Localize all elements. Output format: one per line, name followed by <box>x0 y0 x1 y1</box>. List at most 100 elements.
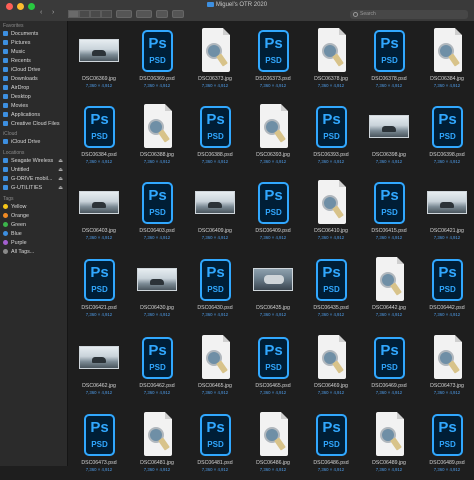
file-item[interactable]: Ps PSD DSC06369.psd 7,360 × 4,912 <box>128 23 186 96</box>
file-item[interactable]: Ps PSD DSC06442.psd 7,360 × 4,912 <box>418 252 474 325</box>
file-item[interactable]: DSC06489.jpg 7,360 × 4,912 <box>360 407 418 480</box>
psd-badge-top: Ps <box>264 342 283 359</box>
file-item[interactable]: DSC06403.jpg 7,360 × 4,912 <box>70 175 128 248</box>
sidebar-item-3[interactable]: G-UTILITIES ⏏ <box>3 184 65 193</box>
file-item[interactable]: DSC06373.jpg 7,360 × 4,912 <box>186 23 244 96</box>
file-item[interactable]: DSC06481.jpg 7,360 × 4,912 <box>128 407 186 480</box>
sidebar-tag-1[interactable]: Orange <box>3 212 65 221</box>
file-item[interactable]: Ps PSD DSC06421.psd 7,360 × 4,912 <box>70 252 128 325</box>
eject-icon[interactable]: ⏏ <box>58 166 63 175</box>
file-item[interactable]: DSC06473.jpg 7,360 × 4,912 <box>418 330 474 403</box>
sidebar-item-5[interactable]: Downloads <box>3 75 65 84</box>
share-button[interactable] <box>156 10 168 18</box>
file-item[interactable]: DSC06369.jpg 7,360 × 4,912 <box>70 23 128 96</box>
search-input[interactable]: Search <box>350 10 468 19</box>
sidebar-item-0[interactable]: Seagate Wireless ⏏ <box>3 157 65 166</box>
file-item[interactable]: DSC06421.jpg 7,360 × 4,912 <box>418 175 474 248</box>
file-item[interactable]: Ps PSD DSC06388.psd 7,360 × 4,912 <box>186 99 244 172</box>
sidebar-item-label: Orange <box>11 213 29 219</box>
list-view-button[interactable] <box>79 10 90 18</box>
sidebar-tag-5[interactable]: All Tags... <box>3 248 65 257</box>
tags-button[interactable] <box>172 10 184 18</box>
file-item[interactable]: Ps PSD DSC06462.psd 7,360 × 4,912 <box>128 330 186 403</box>
sidebar-item-0[interactable]: iCloud Drive <box>3 138 65 147</box>
magnifier-handle-icon <box>332 360 344 374</box>
file-item[interactable]: Ps PSD DSC06393.psd 7,360 × 4,912 <box>302 99 360 172</box>
page-fold <box>397 412 404 419</box>
file-dimensions: 7,360 × 4,912 <box>317 390 345 395</box>
file-item[interactable]: Ps PSD DSC06489.psd 7,360 × 4,912 <box>418 407 474 480</box>
file-item[interactable]: Ps PSD DSC06469.psd 7,360 × 4,912 <box>360 330 418 403</box>
sidebar-tag-0[interactable]: Yellow <box>3 203 65 212</box>
action-gear-button[interactable] <box>136 10 152 18</box>
psd-badge-top: Ps <box>90 419 109 436</box>
eject-icon[interactable]: ⏏ <box>58 157 63 166</box>
file-item[interactable]: Ps PSD DSC06481.psd 7,360 × 4,912 <box>186 407 244 480</box>
sidebar-item-label: Music <box>11 49 26 55</box>
file-item[interactable]: DSC06462.jpg 7,360 × 4,912 <box>70 330 128 403</box>
eject-icon[interactable]: ⏏ <box>58 175 63 184</box>
file-item[interactable]: DSC06430.jpg 7,360 × 4,912 <box>128 252 186 325</box>
file-item[interactable]: Ps PSD DSC06415.psd 7,360 × 4,912 <box>360 175 418 248</box>
file-name: DSC06373.psd <box>255 76 291 82</box>
sidebar-item-4[interactable]: iCloud Drive <box>3 66 65 75</box>
file-item[interactable]: Ps PSD DSC06378.psd 7,360 × 4,912 <box>360 23 418 96</box>
file-item[interactable]: DSC06384.jpg 7,360 × 4,912 <box>418 23 474 96</box>
file-item[interactable]: DSC06410.jpg 7,360 × 4,912 <box>302 175 360 248</box>
file-item[interactable]: DSC06393.jpg 7,360 × 4,912 <box>244 99 302 172</box>
file-item[interactable]: DSC06409.jpg 7,360 × 4,912 <box>186 175 244 248</box>
sidebar-section-header: Locations <box>3 150 25 156</box>
back-icon[interactable]: ‹ <box>40 9 42 16</box>
psd-badge: Ps PSD <box>84 106 115 148</box>
file-item[interactable]: Ps PSD DSC06373.psd 7,360 × 4,912 <box>244 23 302 96</box>
file-item[interactable]: Ps PSD DSC06409.psd 7,360 × 4,912 <box>244 175 302 248</box>
sidebar-item-3[interactable]: Recents <box>3 57 65 66</box>
preview-document-icon <box>253 411 293 459</box>
sidebar-section-header: iCloud <box>3 131 18 137</box>
photo-thumbnail <box>79 27 119 75</box>
file-item[interactable]: Ps PSD DSC06473.psd 7,360 × 4,912 <box>70 407 128 480</box>
file-item[interactable]: Ps PSD DSC06403.psd 7,360 × 4,912 <box>128 175 186 248</box>
file-item[interactable]: Ps PSD DSC06430.psd 7,360 × 4,912 <box>186 252 244 325</box>
sidebar-item-2[interactable]: Music <box>3 48 65 57</box>
eject-icon[interactable]: ⏏ <box>58 184 63 193</box>
file-item[interactable]: Ps PSD DSC06384.psd 7,360 × 4,912 <box>70 99 128 172</box>
sidebar-item-7[interactable]: Desktop <box>3 93 65 102</box>
magnifier-handle-icon <box>216 360 228 374</box>
column-view-button[interactable] <box>90 10 101 18</box>
file-item[interactable]: DSC06442.jpg 7,360 × 4,912 <box>360 252 418 325</box>
sidebar-item-1[interactable]: Pictures <box>3 39 65 48</box>
sidebar-item-1[interactable]: Untitled ⏏ <box>3 166 65 175</box>
file-item[interactable]: DSC06388.jpg 7,360 × 4,912 <box>128 99 186 172</box>
file-item[interactable]: Ps PSD DSC06398.psd 7,360 × 4,912 <box>418 99 474 172</box>
icon-view-button[interactable] <box>68 10 79 18</box>
magnifier-handle-icon <box>448 53 460 67</box>
file-item[interactable]: DSC06465.jpg 7,360 × 4,912 <box>186 330 244 403</box>
file-item[interactable]: DSC06398.jpg 7,360 × 4,912 <box>360 99 418 172</box>
sidebar-tag-3[interactable]: Blue <box>3 230 65 239</box>
photo-thumbnail <box>427 179 467 227</box>
car-photo-preview <box>253 268 293 291</box>
sidebar-item-8[interactable]: Movies <box>3 102 65 111</box>
sidebar-item-label: All Tags... <box>11 249 35 255</box>
sidebar-item-10[interactable]: Creative Cloud Files <box>3 120 65 129</box>
file-item[interactable]: DSC06469.jpg 7,360 × 4,912 <box>302 330 360 403</box>
sidebar-item-6[interactable]: AirDrop <box>3 84 65 93</box>
file-item[interactable]: Ps PSD DSC06435.psd 7,360 × 4,912 <box>302 252 360 325</box>
sidebar-item-0[interactable]: Documents <box>3 30 65 39</box>
sidebar-item-2[interactable]: G-DRIVE mobil... ⏏ <box>3 175 65 184</box>
pictures-icon <box>3 39 8 45</box>
photoshop-file-icon: Ps PSD <box>79 256 119 304</box>
file-item[interactable]: DSC06378.jpg 7,360 × 4,912 <box>302 23 360 96</box>
gallery-view-button[interactable] <box>101 10 112 18</box>
file-item[interactable]: Ps PSD DSC06486.psd 7,360 × 4,912 <box>302 407 360 480</box>
group-by-button[interactable] <box>116 10 132 18</box>
sidebar-tag-4[interactable]: Purple <box>3 239 65 248</box>
document-page <box>434 335 462 379</box>
file-item[interactable]: DSC06486.jpg 7,360 × 4,912 <box>244 407 302 480</box>
file-item[interactable]: DSC06435.jpg 7,360 × 4,912 <box>244 252 302 325</box>
forward-icon[interactable]: › <box>52 9 54 16</box>
file-item[interactable]: Ps PSD DSC06465.psd 7,360 × 4,912 <box>244 330 302 403</box>
sidebar-tag-2[interactable]: Green <box>3 221 65 230</box>
sidebar-item-9[interactable]: Applications <box>3 111 65 120</box>
